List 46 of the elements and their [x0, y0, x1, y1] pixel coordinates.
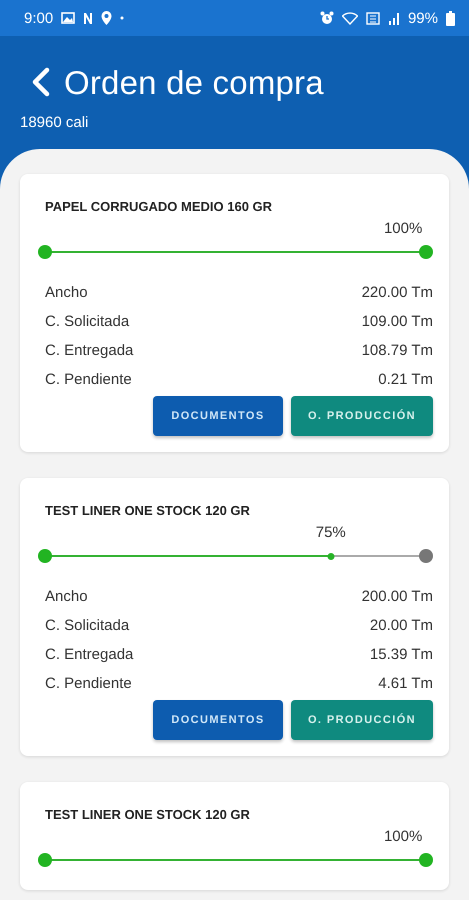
field-label: C. Pendiente: [45, 675, 132, 692]
progress-percent: 75%: [316, 524, 346, 541]
field-value: 200.00 Tm: [362, 588, 433, 605]
documents-button[interactable]: DOCUMENTOS: [153, 396, 283, 436]
n-icon: [83, 12, 94, 24]
end-dot: [419, 549, 433, 563]
signal-icon: [388, 12, 400, 24]
order-subtitle: 18960 cali: [20, 114, 90, 131]
field-label: C. Solicitada: [45, 313, 130, 330]
product-name: TEST LINER ONE STOCK 120 GR: [45, 807, 251, 822]
field-label: C. Pendiente: [45, 371, 132, 388]
clock: 9:00: [24, 10, 54, 26]
network-icon: [366, 12, 380, 24]
progress-percent: 100%: [384, 828, 422, 845]
location-icon: [101, 11, 112, 25]
battery-percent: 99%: [408, 10, 438, 26]
product-name: PAPEL CORRUGADO MEDIO 160 GR: [45, 199, 274, 214]
battery-icon: [446, 10, 455, 26]
start-dot: [38, 853, 52, 867]
field-label: C. Solicitada: [45, 617, 130, 634]
end-dot: [419, 245, 433, 259]
start-dot: [38, 549, 52, 563]
production-button[interactable]: O. PRODUCCIÓN: [291, 396, 433, 436]
alarm-icon: [320, 11, 334, 25]
wifi-icon: [342, 12, 358, 24]
field-value: 220.00 Tm: [362, 284, 433, 301]
start-dot: [38, 245, 52, 259]
field-label: C. Entregada: [45, 646, 134, 663]
field-value: 4.61 Tm: [378, 675, 433, 692]
dot-icon: [120, 16, 124, 20]
field-value: 0.21 Tm: [378, 371, 433, 388]
page-title: Orden de compra: [64, 64, 324, 102]
image-icon: [61, 12, 76, 24]
end-dot: [419, 853, 433, 867]
field-label: C. Entregada: [45, 342, 134, 359]
field-value: 15.39 Tm: [370, 646, 433, 663]
field-label: Ancho: [45, 588, 88, 605]
production-button[interactable]: O. PRODUCCIÓN: [291, 700, 433, 740]
progress-marker: [327, 552, 334, 560]
field-value: 109.00 Tm: [362, 313, 433, 330]
field-label: Ancho: [45, 284, 88, 301]
field-value: 108.79 Tm: [362, 342, 433, 359]
field-value: 20.00 Tm: [370, 617, 433, 634]
product-name: TEST LINER ONE STOCK 120 GR: [45, 503, 251, 518]
documents-button[interactable]: DOCUMENTOS: [153, 700, 283, 740]
progress-percent: 100%: [384, 220, 422, 237]
